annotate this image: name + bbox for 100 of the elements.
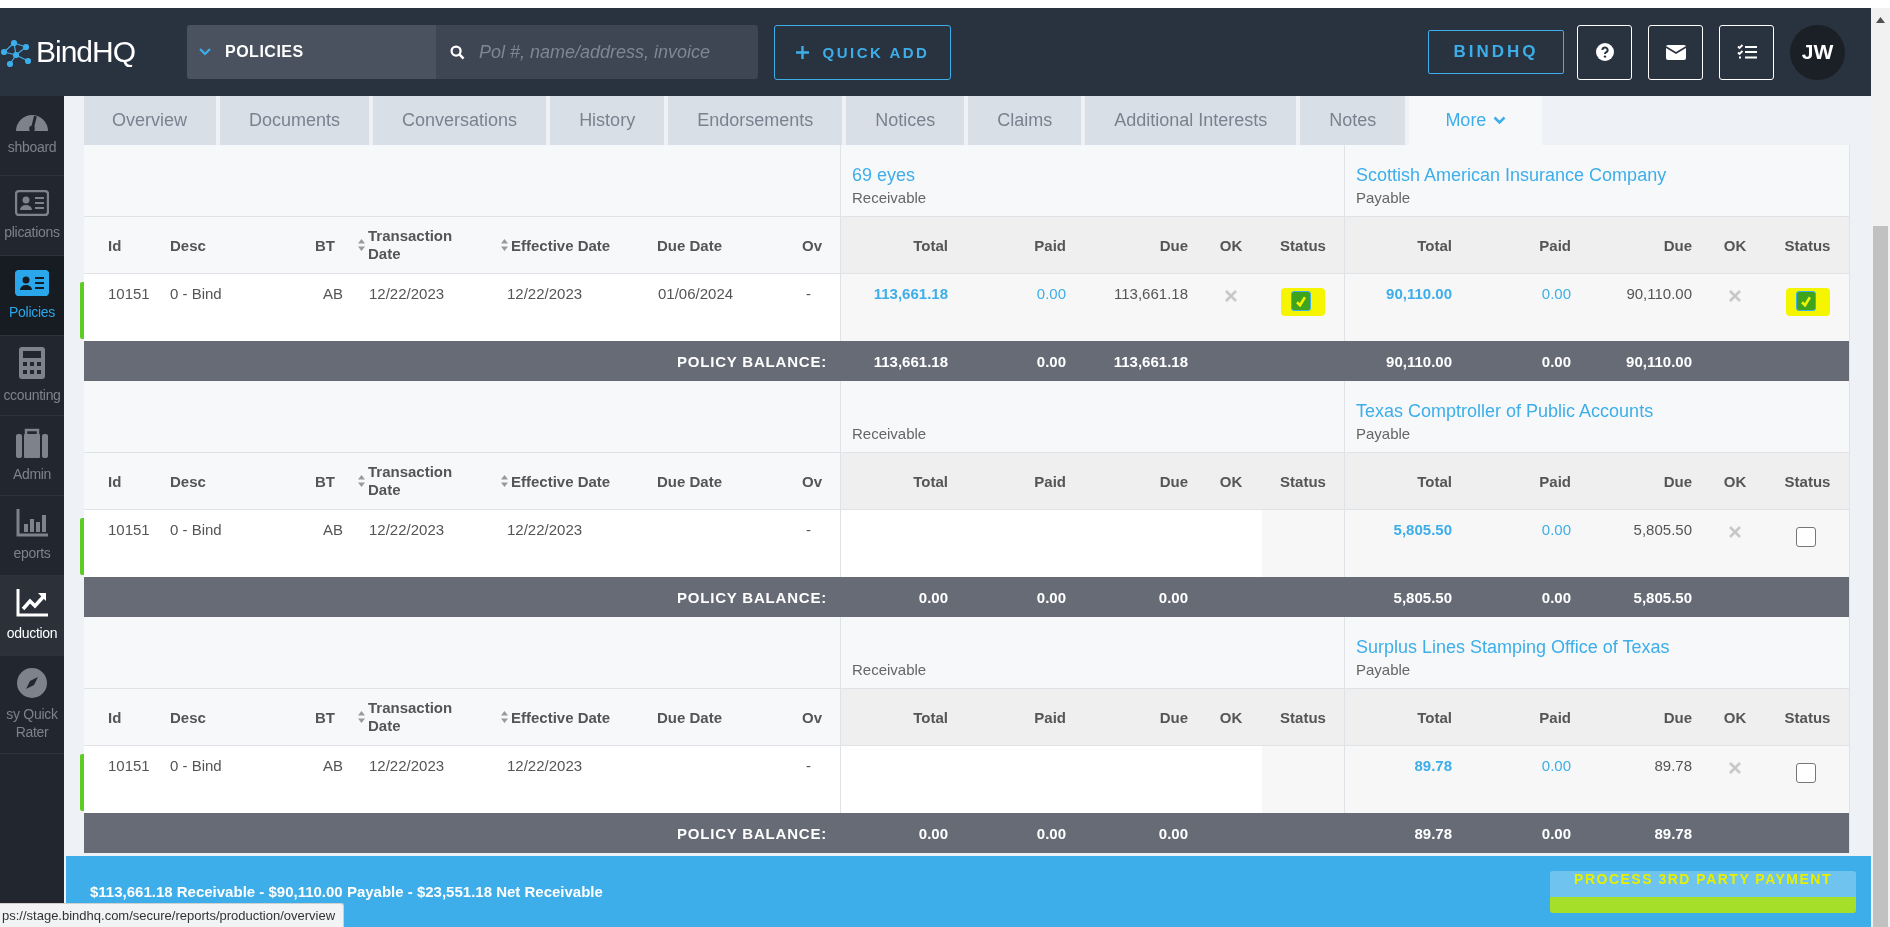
- column-header: Status: [1280, 472, 1326, 490]
- column-header[interactable]: Transaction Date: [368, 463, 463, 499]
- sort-icon[interactable]: [358, 239, 365, 251]
- table-cell: 10151: [108, 757, 150, 774]
- balance-label: POLICY BALANCE:: [676, 352, 827, 370]
- column-header: Status: [1280, 708, 1326, 726]
- tab[interactable]: More: [1409, 96, 1543, 145]
- sidebar-item[interactable]: Policies: [0, 256, 64, 336]
- sort-icon[interactable]: [358, 475, 365, 487]
- quick-add-button[interactable]: QUICK ADD: [774, 24, 951, 80]
- column-header[interactable]: Effective Date: [511, 472, 611, 490]
- tab[interactable]: Conversations: [373, 96, 547, 145]
- column-header: Total: [1417, 236, 1452, 254]
- tab[interactable]: Notes: [1300, 96, 1406, 145]
- party-link[interactable]: 69 eyes: [852, 165, 916, 186]
- column-header[interactable]: Effective Date: [511, 236, 611, 254]
- column-header: Due: [1159, 236, 1188, 254]
- tab[interactable]: Claims: [968, 96, 1082, 145]
- party-link[interactable]: Scottish American Insurance Company: [1356, 165, 1667, 186]
- sidebar-item[interactable]: shboard: [0, 96, 64, 176]
- column-header: Due: [1663, 472, 1692, 490]
- balance-value: 0.00: [1158, 588, 1188, 606]
- column-header: Status: [1784, 708, 1831, 726]
- column-header: Status: [1784, 472, 1831, 490]
- column-header[interactable]: Effective Date: [511, 708, 611, 726]
- sort-icon[interactable]: [501, 239, 508, 251]
- amount-link[interactable]: 5,805.50: [1393, 521, 1452, 538]
- table-cell: AB: [323, 285, 343, 302]
- balance-value: 0.00: [1541, 824, 1571, 842]
- tab[interactable]: Additional Interests: [1085, 96, 1297, 145]
- column-header: Desc: [170, 708, 206, 726]
- sidebar-item[interactable]: Admin: [0, 416, 64, 496]
- table-cell: 12/22/2023: [507, 285, 583, 302]
- table-cell: AB: [323, 521, 343, 538]
- column-header: Id: [108, 708, 122, 726]
- column-header[interactable]: Transaction Date: [368, 227, 463, 263]
- tab[interactable]: Endorsements: [668, 96, 843, 145]
- mail-button[interactable]: [1648, 24, 1703, 80]
- column-header: Paid: [1034, 236, 1066, 254]
- table-cell: 0 - Bind: [170, 285, 222, 302]
- balance-value: 0.00: [918, 588, 948, 606]
- amount-link[interactable]: 0.00: [1541, 757, 1571, 774]
- column-header: Due: [1159, 708, 1188, 726]
- table-cell: 12/22/2023: [369, 521, 445, 538]
- help-icon: [1595, 43, 1614, 61]
- bindhq-button[interactable]: BINDHQ: [1428, 30, 1564, 74]
- id-card-icon: [15, 190, 49, 216]
- amount-link[interactable]: 0.00: [1036, 285, 1066, 302]
- amount-link[interactable]: 90,110.00: [1386, 285, 1452, 302]
- amount-link[interactable]: 89.78: [1414, 757, 1452, 774]
- tab[interactable]: Documents: [220, 96, 370, 145]
- scrollbar[interactable]: [1871, 8, 1890, 927]
- sidebar-item[interactable]: sy Quick Rater: [0, 656, 64, 754]
- amount-link[interactable]: 0.00: [1541, 521, 1571, 538]
- status-checkbox[interactable]: [1795, 527, 1816, 547]
- table-cell: -: [806, 757, 811, 774]
- tab[interactable]: History: [550, 96, 665, 145]
- user-avatar[interactable]: JW: [1790, 24, 1845, 80]
- party-link[interactable]: Texas Comptroller of Public Accounts: [1356, 401, 1654, 422]
- tab[interactable]: Notices: [846, 96, 965, 145]
- balance-value: 89.78: [1414, 824, 1452, 842]
- column-header: Paid: [1034, 708, 1066, 726]
- help-button[interactable]: [1577, 24, 1632, 80]
- group-label: Receivable: [852, 189, 927, 206]
- amount-link[interactable]: 0.00: [1541, 285, 1571, 302]
- column-header: Total: [1417, 472, 1452, 490]
- scrollbar-thumb[interactable]: [1873, 226, 1888, 927]
- party-link[interactable]: Surplus Lines Stamping Office of Texas: [1356, 637, 1670, 658]
- status-checkbox[interactable]: [1795, 291, 1816, 311]
- column-header: Paid: [1539, 472, 1571, 490]
- search-field[interactable]: Pol #, name/address, invoice: [436, 25, 758, 79]
- process-payment-button[interactable]: PROCESS 3RD PARTY PAYMENT: [1550, 870, 1856, 913]
- table-cell: 5,805.50: [1583, 510, 1704, 577]
- balance-label: POLICY BALANCE:: [676, 588, 827, 606]
- table-cell: 12/22/2023: [369, 757, 445, 774]
- task-list-button[interactable]: [1719, 24, 1774, 80]
- column-header: Total: [913, 472, 948, 490]
- calculator-icon: [19, 347, 45, 379]
- table-cell: 10151: [108, 285, 150, 302]
- sidebar-item[interactable]: oduction: [0, 576, 64, 656]
- chevron-down-icon: [199, 48, 211, 56]
- scroll-up-icon[interactable]: [1876, 17, 1885, 23]
- sidebar-item[interactable]: ccounting: [0, 336, 64, 416]
- column-header: Due Date: [657, 472, 723, 490]
- sort-icon[interactable]: [358, 711, 365, 723]
- balance-value: 0.00: [1036, 588, 1066, 606]
- sort-icon[interactable]: [501, 711, 508, 723]
- table-cell: 12/22/2023: [369, 285, 445, 302]
- trend-chart-icon: [16, 589, 48, 617]
- column-header[interactable]: Transaction Date: [368, 699, 463, 735]
- balance-value: 0.00: [1541, 352, 1571, 370]
- tab[interactable]: Overview: [84, 96, 216, 145]
- sort-icon[interactable]: [501, 475, 508, 487]
- status-checkbox[interactable]: [1291, 291, 1311, 311]
- scope-dropdown[interactable]: POLICIES: [187, 25, 436, 79]
- logo[interactable]: BindHQ: [0, 35, 187, 69]
- status-checkbox[interactable]: [1795, 763, 1816, 783]
- amount-link[interactable]: 113,661.18: [873, 285, 948, 302]
- column-header: BT: [315, 708, 335, 726]
- column-header: Status: [1280, 236, 1326, 254]
